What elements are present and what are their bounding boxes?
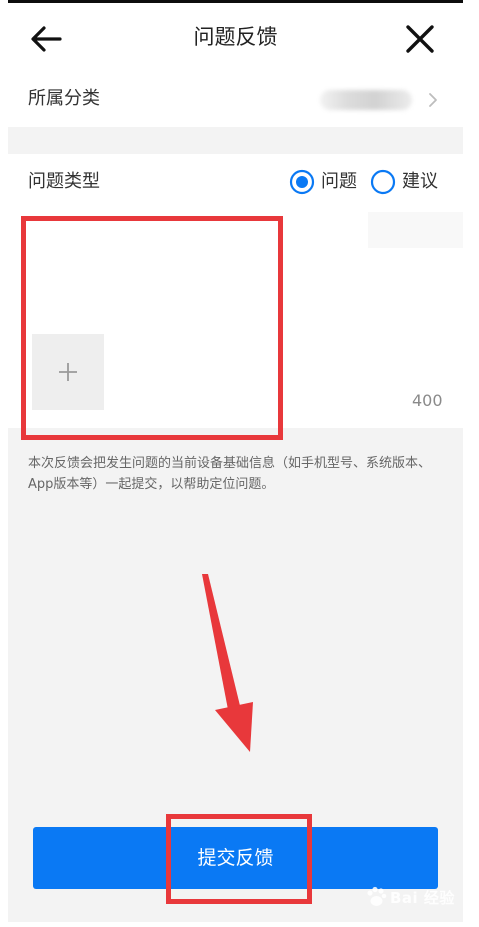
radio-label-problem: 问题 [321, 171, 357, 192]
highlight-frame-content [21, 216, 283, 440]
category-row[interactable]: 所属分类 [8, 73, 463, 127]
faint-placeholder-block [368, 212, 463, 248]
app-header: 问题反馈 [8, 3, 463, 73]
feedback-screen: 问题反馈 所属分类 问题类型 问题 建议 400 本次反馈会把发生问题的当前设备… [8, 3, 463, 922]
highlight-frame-submit [166, 814, 312, 904]
radio-checked-icon [289, 169, 315, 195]
red-arrow-down-icon [202, 574, 253, 752]
problem-type-label: 问题类型 [28, 171, 100, 192]
privacy-notice: 本次反馈会把发生问题的当前设备基础信息（如手机型号、系统版本、App版本等）一起… [28, 456, 432, 492]
radio-label-suggestion: 建议 [402, 171, 438, 192]
chevron-right-icon [429, 93, 437, 107]
radio-unchecked-icon [370, 169, 396, 195]
close-button[interactable] [398, 17, 442, 61]
problem-type-row: 问题类型 问题 建议 [8, 154, 463, 210]
radio-option-problem[interactable]: 问题 [289, 167, 357, 197]
watermark-text: Bai 经验 [390, 888, 455, 907]
page-title: 问题反馈 [193, 25, 278, 49]
paw-logo-icon [367, 886, 387, 906]
radio-option-suggestion[interactable]: 建议 [370, 167, 438, 197]
category-label: 所属分类 [28, 88, 100, 109]
char-limit-counter: 400 [412, 391, 443, 410]
close-icon [406, 25, 434, 53]
baidu-jingyan-watermark: Bai 经验 [364, 881, 463, 913]
category-value-blurred [320, 90, 412, 110]
